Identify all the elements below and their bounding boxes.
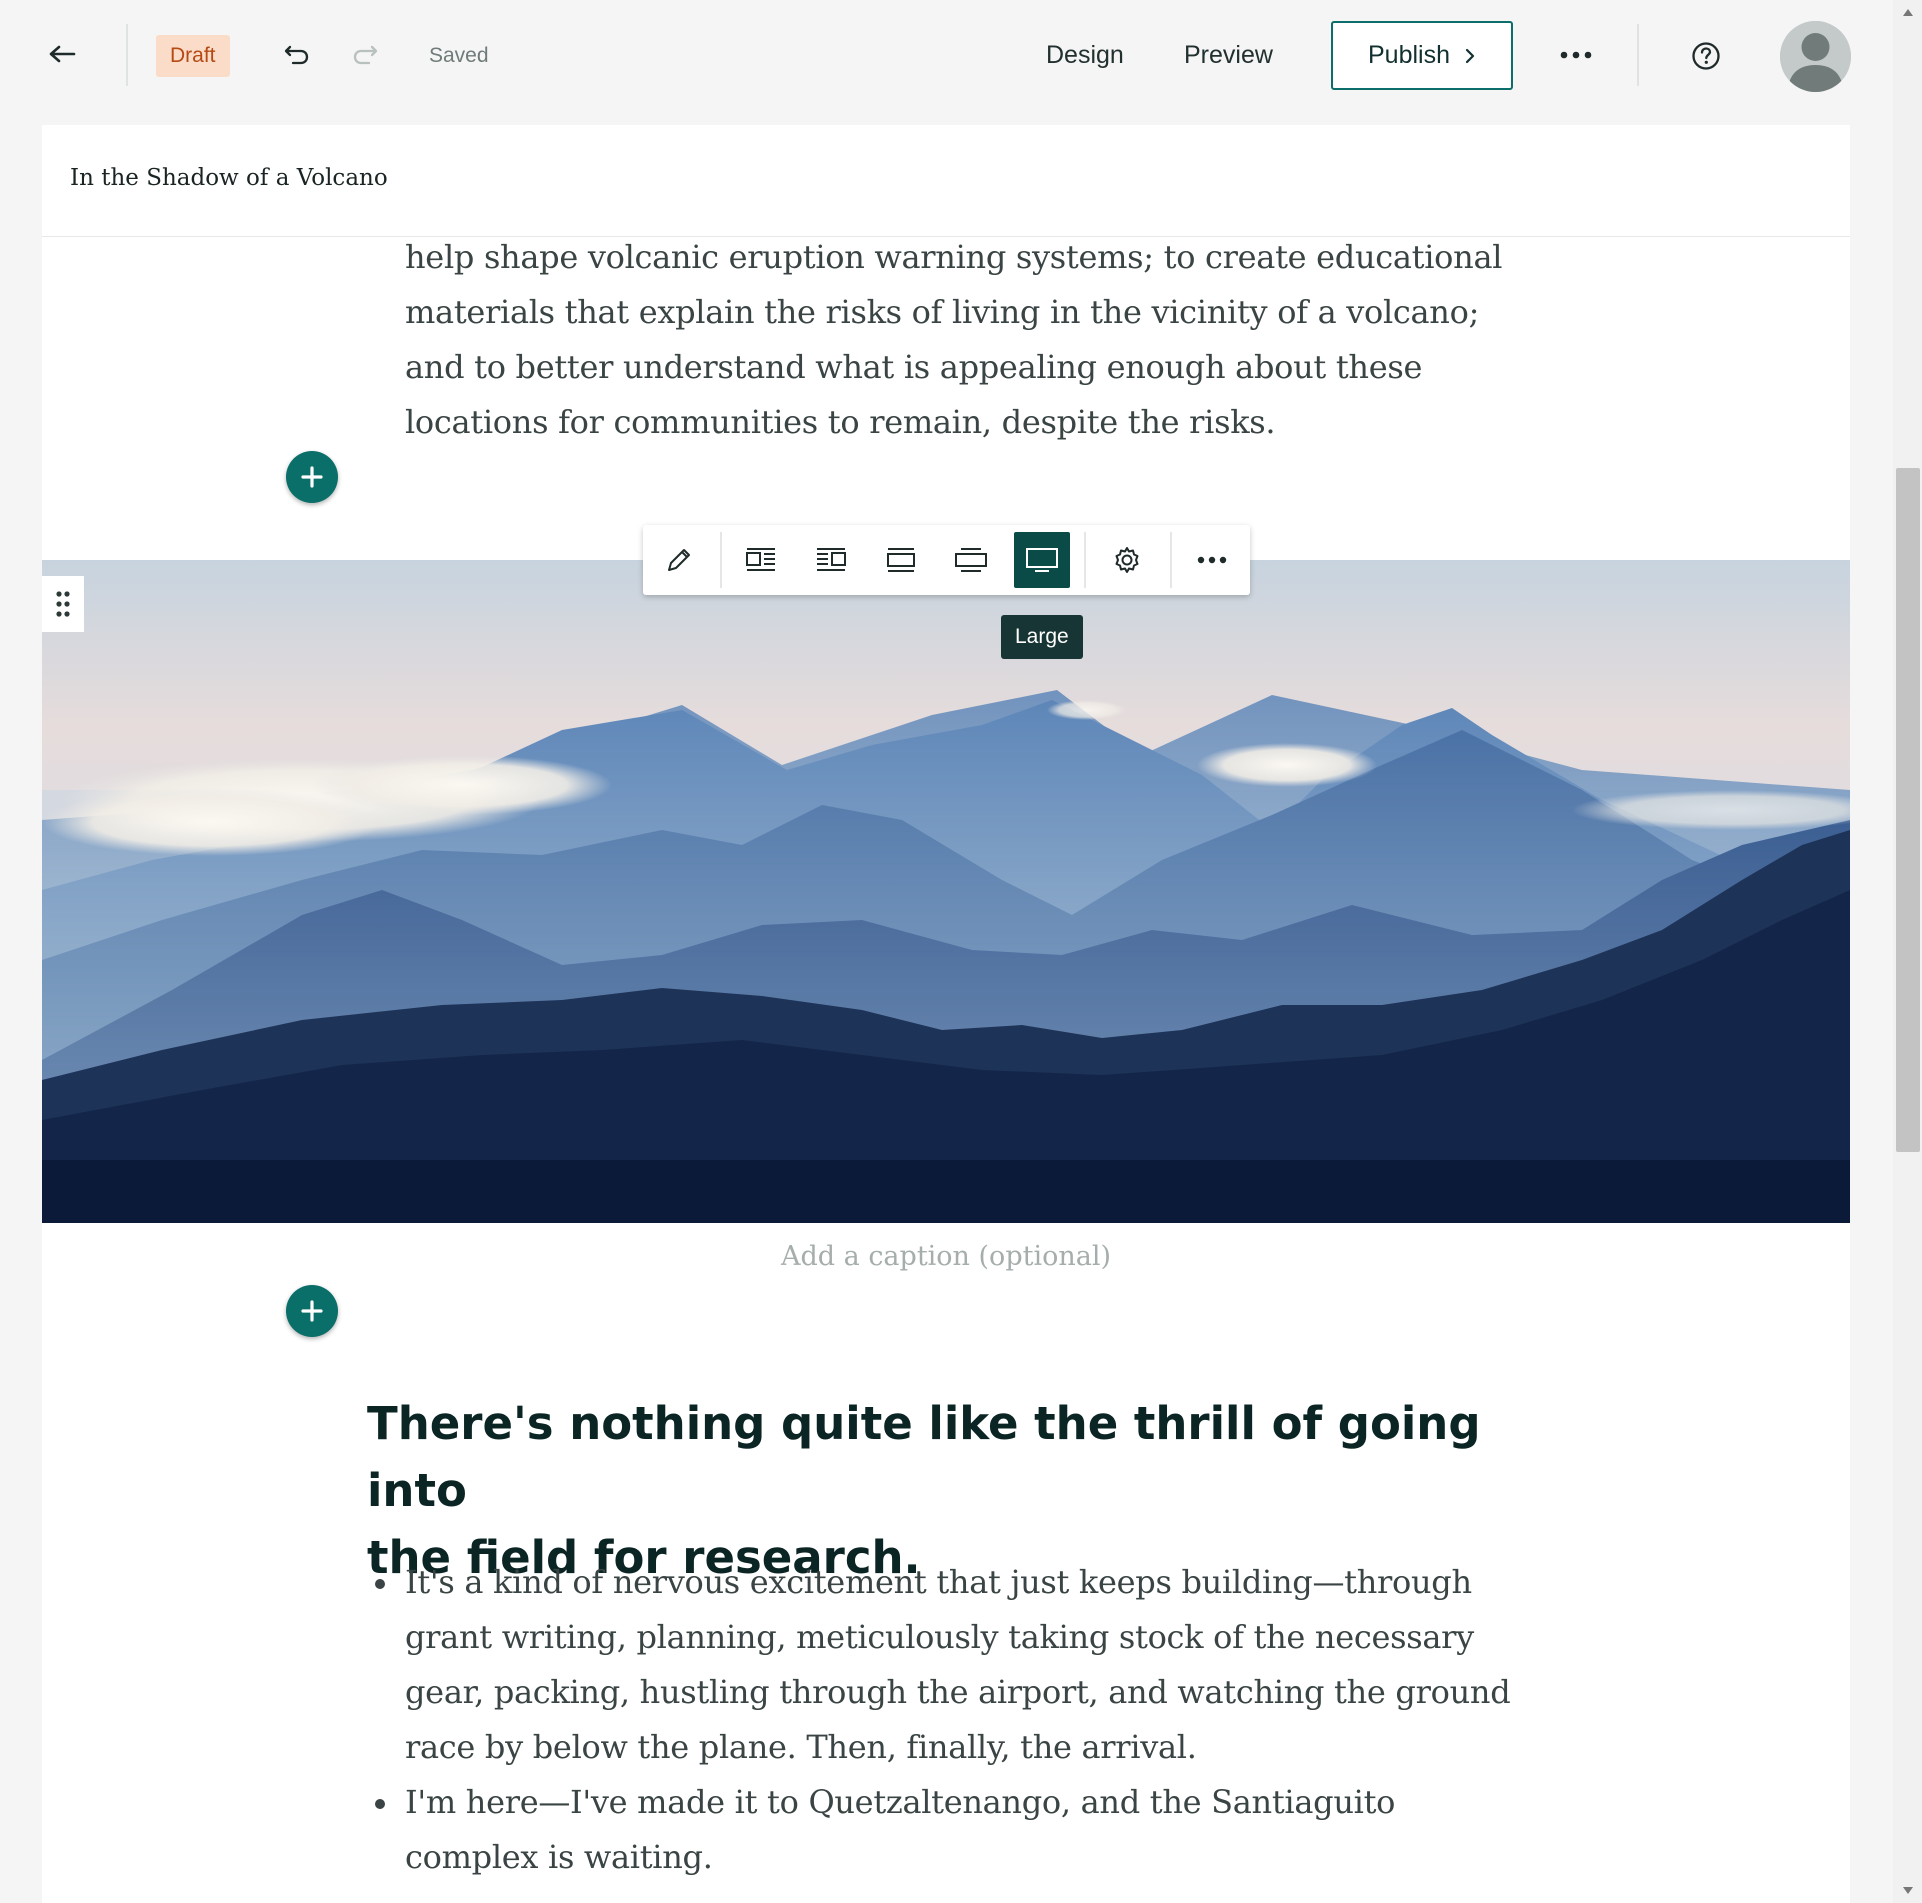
inline-icon [887,548,915,572]
more-horizontal-icon [1560,51,1592,59]
story-image[interactable] [42,560,1850,1223]
undo-button[interactable] [272,30,322,80]
redo-button[interactable] [340,30,390,80]
list-item-line: gear, packing, hustling through the airp… [405,1673,1511,1711]
image-block-toolbar [643,525,1250,595]
paragraph-line: and to better understand what is appeali… [405,348,1423,386]
size-tooltip: Large [1001,615,1083,659]
draft-badge: Draft [156,35,230,77]
add-block-button[interactable] [286,1285,338,1337]
save-status: Saved [429,44,489,67]
publish-button[interactable]: Publish [1331,21,1513,90]
bullet-list[interactable]: It's a kind of nervous excitement that j… [367,1555,1587,1885]
triangle-down-icon [1903,1886,1913,1894]
float-right-icon [817,548,846,571]
standard-size-button[interactable] [943,532,999,588]
float-right-button[interactable] [803,532,859,588]
float-left-icon [746,548,775,571]
plus-icon [301,466,323,488]
more-options-button[interactable] [1556,30,1596,80]
list-item-line: race by below the plane. Then, finally, … [405,1728,1197,1766]
float-left-button[interactable] [733,532,789,588]
preview-button[interactable]: Preview [1184,30,1273,80]
plus-icon [301,1300,323,1322]
intro-paragraph[interactable]: help shape volcanic eruption warning sys… [405,230,1565,450]
chevron-right-icon [1465,48,1475,63]
scrollbar-thumb[interactable] [1896,468,1920,1152]
story-title: In the Shadow of a Volcano [70,165,388,191]
list-item: It's a kind of nervous excitement that j… [367,1555,1587,1775]
scroll-down-arrow[interactable] [1896,1880,1920,1900]
design-button[interactable]: Design [1046,30,1124,80]
list-item: I'm here—I've made it to Quetzaltenango,… [367,1775,1587,1885]
header-divider [1637,24,1639,86]
toolbar-divider [720,532,722,588]
large-icon [1026,548,1058,572]
list-item-line: grant writing, planning, meticulously ta… [405,1618,1474,1656]
heading-line: There's nothing quite like the thrill of… [367,1397,1481,1517]
undo-icon [284,45,309,65]
scroll-up-arrow[interactable] [1896,2,1920,22]
paragraph-line: locations for communities to remain, des… [405,403,1276,441]
story-header: In the Shadow of a Volcano [42,125,1850,237]
list-item-line: It's a kind of nervous excitement that j… [405,1563,1472,1601]
standard-icon [955,548,987,572]
image-more-button[interactable] [1184,532,1240,588]
paragraph-line: materials that explain the risks of livi… [405,293,1480,331]
edit-image-button[interactable] [651,532,707,588]
user-avatar[interactable] [1780,21,1851,92]
list-item-line: I'm here—I've made it to Quetzaltenango,… [405,1783,1396,1821]
drag-grip-icon [56,591,70,617]
back-button[interactable] [36,28,88,80]
publish-label: Publish [1368,41,1450,69]
settings-gear-icon [1115,547,1139,573]
caption-input[interactable]: Add a caption (optional) [42,1241,1850,1272]
more-horizontal-icon [1197,556,1227,564]
large-size-button[interactable] [1014,532,1070,588]
list-item-line: complex is waiting. [405,1838,713,1876]
top-toolbar: Draft Saved Design Preview Publish [0,0,1922,110]
arrow-left-icon [49,45,76,63]
inline-size-button[interactable] [873,532,929,588]
edit-pencil-icon [668,549,690,571]
block-drag-handle[interactable] [42,576,84,632]
image-settings-button[interactable] [1099,532,1155,588]
story-canvas: In the Shadow of a Volcano help shape vo… [42,125,1850,1903]
add-block-button[interactable] [286,451,338,503]
triangle-up-icon [1903,8,1913,16]
volcano-landscape-image [42,560,1850,1223]
toolbar-divider [1084,532,1086,588]
header-divider [126,24,128,86]
user-avatar-icon [1780,21,1851,92]
help-button[interactable] [1684,34,1728,78]
paragraph-line: help shape volcanic eruption warning sys… [405,238,1503,276]
redo-icon [353,45,378,65]
help-circle-icon [1692,42,1720,70]
toolbar-divider [1170,532,1172,588]
